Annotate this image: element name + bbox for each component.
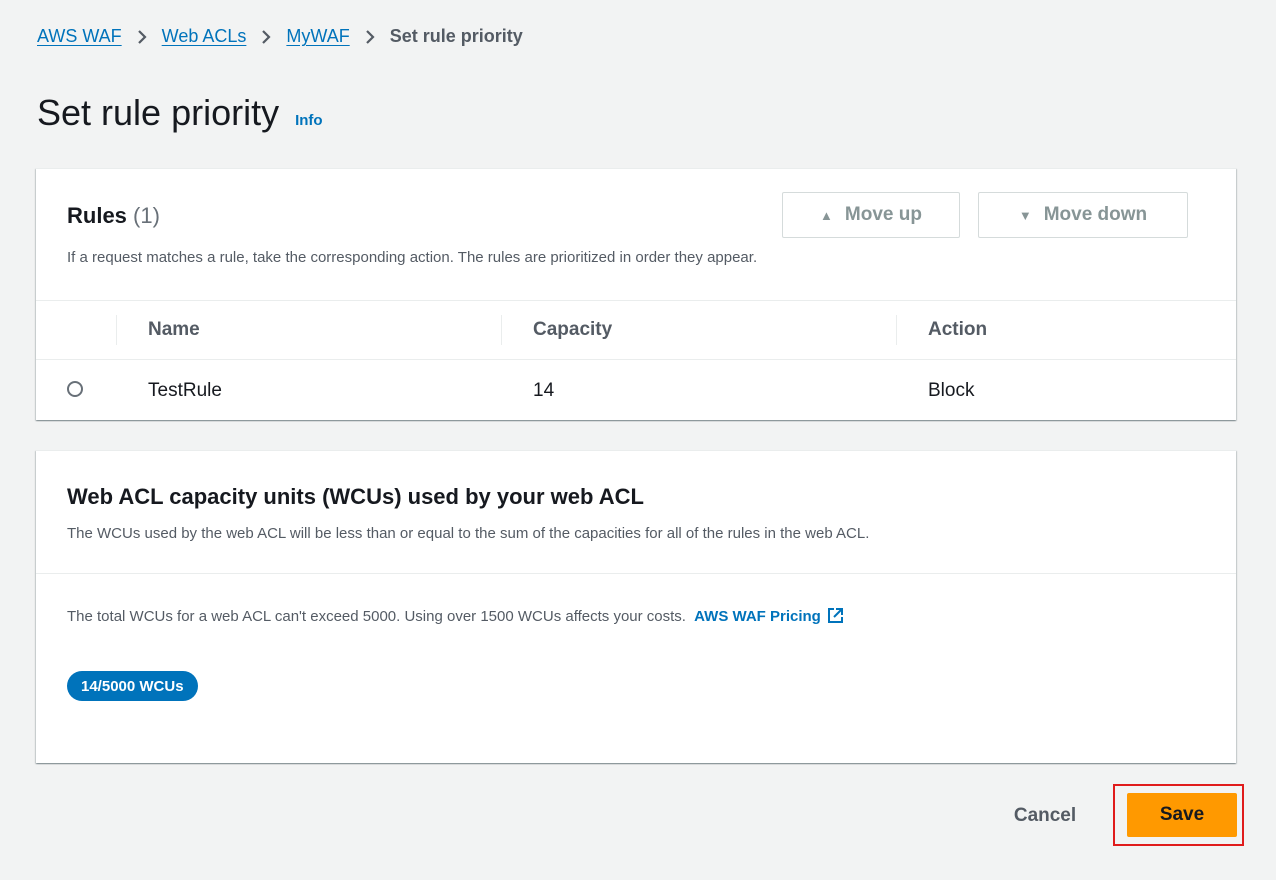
column-header-name[interactable]: Name — [148, 319, 200, 341]
rules-description: If a request matches a rule, take the co… — [67, 249, 758, 266]
wcu-description: The WCUs used by the web ACL will be les… — [67, 525, 870, 542]
column-divider — [501, 315, 502, 345]
chevron-right-icon — [136, 29, 148, 44]
breadcrumb: AWS WAF Web ACLs MyWAF Set rule priority — [37, 26, 523, 47]
breadcrumb-aws-waf-link[interactable]: AWS WAF — [37, 26, 122, 47]
wcu-limit-text-body: The total WCUs for a web ACL can't excee… — [67, 608, 686, 625]
table-row[interactable]: TestRule 14 Block — [36, 360, 1236, 420]
pricing-link-label: AWS WAF Pricing — [694, 608, 821, 625]
column-header-action[interactable]: Action — [928, 319, 987, 341]
rule-name: TestRule — [148, 380, 222, 401]
column-header-capacity[interactable]: Capacity — [533, 319, 612, 341]
move-up-button[interactable]: ▲ Move up — [782, 192, 960, 238]
chevron-right-icon — [364, 29, 376, 44]
wcu-panel: Web ACL capacity units (WCUs) used by yo… — [36, 450, 1236, 763]
column-divider — [116, 315, 117, 345]
breadcrumb-current: Set rule priority — [389, 26, 523, 46]
move-up-label: Move up — [844, 204, 922, 225]
rules-title: Rules (1) — [67, 203, 160, 229]
rules-header: Rules (1) If a request matches a rule, t… — [36, 169, 1236, 301]
external-link-icon — [827, 607, 844, 628]
rules-panel: Rules (1) If a request matches a rule, t… — [36, 168, 1236, 420]
page-title-text: Set rule priority — [37, 92, 280, 133]
move-down-button[interactable]: ▼ Move down — [978, 192, 1188, 238]
breadcrumb-mywaf-link[interactable]: MyWAF — [286, 26, 349, 47]
save-button[interactable]: Save — [1127, 793, 1237, 837]
rules-table-header: Name Capacity Action — [36, 301, 1236, 360]
wcu-usage-badge: 14/5000 WCUs — [67, 671, 198, 701]
wcu-header: Web ACL capacity units (WCUs) used by yo… — [36, 451, 1236, 574]
caret-down-icon: ▼ — [1018, 207, 1032, 223]
chevron-right-icon — [260, 29, 272, 44]
info-link[interactable]: Info — [295, 112, 323, 129]
page-title: Set rule priority Info — [37, 92, 323, 134]
move-down-label: Move down — [1043, 204, 1148, 225]
breadcrumb-web-acls-link[interactable]: Web ACLs — [162, 26, 247, 47]
rule-select-radio[interactable] — [67, 381, 83, 397]
wcu-limit-text: The total WCUs for a web ACL can't excee… — [67, 607, 844, 628]
rule-capacity: 14 — [533, 380, 555, 401]
cancel-button[interactable]: Cancel — [1000, 800, 1090, 832]
aws-waf-pricing-link[interactable]: AWS WAF Pricing — [694, 608, 844, 625]
rules-title-text: Rules — [67, 203, 127, 228]
rule-action: Block — [928, 380, 975, 401]
caret-up-icon: ▲ — [820, 207, 833, 223]
wcu-title: Web ACL capacity units (WCUs) used by yo… — [67, 484, 644, 509]
rules-count: (1) — [133, 203, 160, 228]
column-divider — [896, 315, 897, 345]
